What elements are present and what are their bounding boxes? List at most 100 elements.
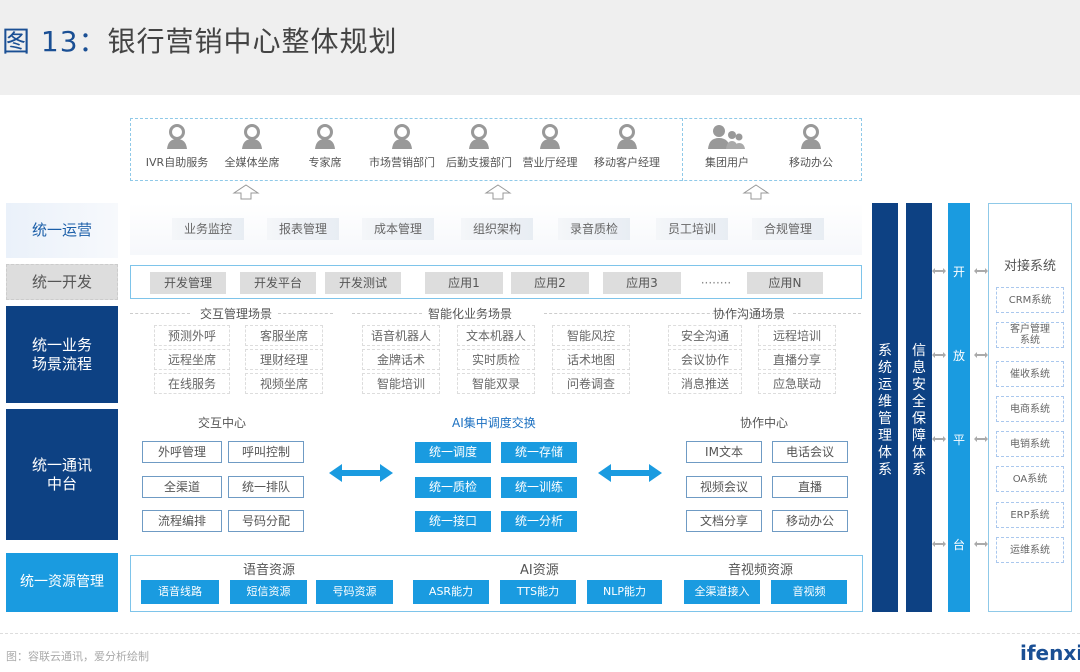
- scene-item: 语音机器人: [362, 325, 440, 346]
- ifenxi-logo: ifenxi: [1020, 641, 1080, 665]
- link-arrow-icon: [932, 268, 946, 274]
- link-arrow-icon: [932, 436, 946, 442]
- user-role-label: 移动办公: [789, 156, 833, 169]
- collab-item: 文档分享: [686, 510, 762, 532]
- scene-item: 远程坐席: [154, 349, 230, 370]
- user-role-label: 后勤支援部门: [446, 156, 512, 169]
- person-icon: [167, 124, 187, 149]
- scene-item: 文本机器人: [457, 325, 535, 346]
- scene-divider-line: [278, 313, 333, 314]
- collab-item: IM文本: [686, 441, 762, 463]
- resource-group-title: 音视频资源: [728, 563, 794, 578]
- vertical-char: 系: [912, 462, 926, 478]
- comm-label-line2: 中台: [46, 474, 77, 493]
- interaction-item: 全渠道: [142, 476, 222, 498]
- interaction-item: 外呼管理: [142, 441, 222, 463]
- scene-divider-line: [793, 313, 861, 314]
- vertical-char: 全: [912, 394, 926, 410]
- dev-ellipsis: ········: [700, 276, 732, 290]
- user-role-6: 移动客户经理: [586, 124, 668, 170]
- dev-item: 应用1: [425, 272, 503, 294]
- layer-label-resource: 统一资源管理: [6, 553, 118, 612]
- dev-item: 开发平台: [240, 272, 316, 294]
- docking-system-item: 客户管理系统: [996, 322, 1064, 348]
- scene-item: 实时质检: [457, 349, 535, 370]
- vertical-char: 系: [878, 343, 892, 359]
- scene-group-title: 智能化业务场景: [428, 307, 513, 321]
- scene-item: 消息推送: [668, 373, 742, 394]
- user-role-2: 专家席: [288, 124, 362, 170]
- dev-item: 开发测试: [325, 272, 401, 294]
- docking-system-item: 电销系统: [996, 431, 1064, 457]
- security-label: 信息安全保障体系: [906, 343, 932, 479]
- scene-divider-line: [544, 313, 639, 314]
- vertical-char: 障: [912, 428, 926, 444]
- dev-item: 应用2: [511, 272, 589, 294]
- resource-group-title: 语音资源: [243, 563, 296, 578]
- ai-item: 统一质检: [415, 477, 491, 498]
- scene-item: 安全沟通: [668, 325, 742, 346]
- collab-item: 电话会议: [772, 441, 848, 463]
- resource-group-title: AI资源: [520, 563, 559, 578]
- user-role-label: IVR自助服务: [145, 156, 209, 169]
- ai-item: 统一接口: [415, 511, 491, 532]
- scene-group-title: 协作沟通场景: [713, 307, 786, 321]
- scene-item: 问卷调查: [552, 373, 630, 394]
- link-arrow-icon: [974, 268, 988, 274]
- security-bar: 信息安全保障体系: [906, 203, 932, 612]
- vertical-char: 统: [878, 360, 892, 376]
- person-icon: [617, 124, 637, 149]
- user-role-label: 专家席: [308, 156, 342, 169]
- vertical-char: 管: [878, 411, 892, 427]
- layer-label-comm: 统一通讯 中台: [6, 409, 118, 540]
- link-arrow-icon: [932, 352, 946, 358]
- open-platform-char: 开: [952, 265, 965, 279]
- scene-item: 会议协作: [668, 349, 742, 370]
- page-title: 图 13：银行营销中心整体规划: [2, 20, 398, 60]
- docking-system-item: CRM系统: [996, 287, 1064, 313]
- open-platform-char: 台: [952, 538, 965, 552]
- figure-title: 银行营销中心整体规划: [107, 25, 398, 58]
- user-role-label: 市场营销部门: [369, 156, 435, 169]
- docking-system-item: ERP系统: [996, 502, 1064, 528]
- scene-item: 应急联动: [758, 373, 836, 394]
- up-arrow-icon: [484, 184, 512, 200]
- ops-item: 员工培训: [656, 218, 729, 240]
- interaction-item: 号码分配: [228, 510, 304, 532]
- ops-system-label: 系统运维管理体系: [872, 343, 898, 479]
- scene-item: 理财经理: [245, 349, 323, 370]
- scene-item: 智能风控: [552, 325, 630, 346]
- scene-item: 智能培训: [362, 373, 440, 394]
- ops-system-bar: 系统运维管理体系: [872, 203, 898, 612]
- user-role-1: 全媒体坐席: [214, 124, 290, 170]
- collab-item: 移动办公: [772, 510, 848, 532]
- comm-label-line1: 统一通讯: [31, 455, 92, 474]
- scene-item: 智能双录: [457, 373, 535, 394]
- link-arrow-icon: [932, 541, 946, 547]
- docking-system-item: 运维系统: [996, 537, 1064, 563]
- ops-item: 业务监控: [172, 218, 245, 240]
- double-arrow-icon: [598, 464, 662, 482]
- ops-item: 组织架构: [461, 218, 534, 240]
- docking-system-item: OA系统: [996, 466, 1064, 492]
- ai-item: 统一分析: [501, 511, 577, 532]
- scene-divider-line: [352, 313, 422, 314]
- person-icon: [801, 124, 821, 149]
- resource-item: 音视频: [771, 580, 847, 604]
- ops-item: 录音质检: [558, 218, 631, 240]
- scene-label-line1: 统一业务: [31, 335, 92, 354]
- dev-item: 应用3: [603, 272, 681, 294]
- layer-label-scene: 统一业务 场景流程: [6, 306, 118, 403]
- user-role-0: IVR自助服务: [140, 124, 214, 170]
- user-role-label: 全媒体坐席: [224, 156, 280, 169]
- comm-ai-title: AI集中调度交换: [452, 416, 536, 430]
- interaction-item: 流程编排: [142, 510, 222, 532]
- comm-interaction-title: 交互中心: [198, 416, 247, 430]
- open-platform-char: 放: [952, 349, 965, 363]
- scene-item: 客服坐席: [245, 325, 323, 346]
- group-icon: [708, 125, 745, 149]
- up-arrow-icon: [742, 184, 770, 200]
- up-arrow-icon: [232, 184, 260, 200]
- user-role-8: 移动办公: [766, 124, 856, 170]
- ops-item: 成本管理: [362, 218, 435, 240]
